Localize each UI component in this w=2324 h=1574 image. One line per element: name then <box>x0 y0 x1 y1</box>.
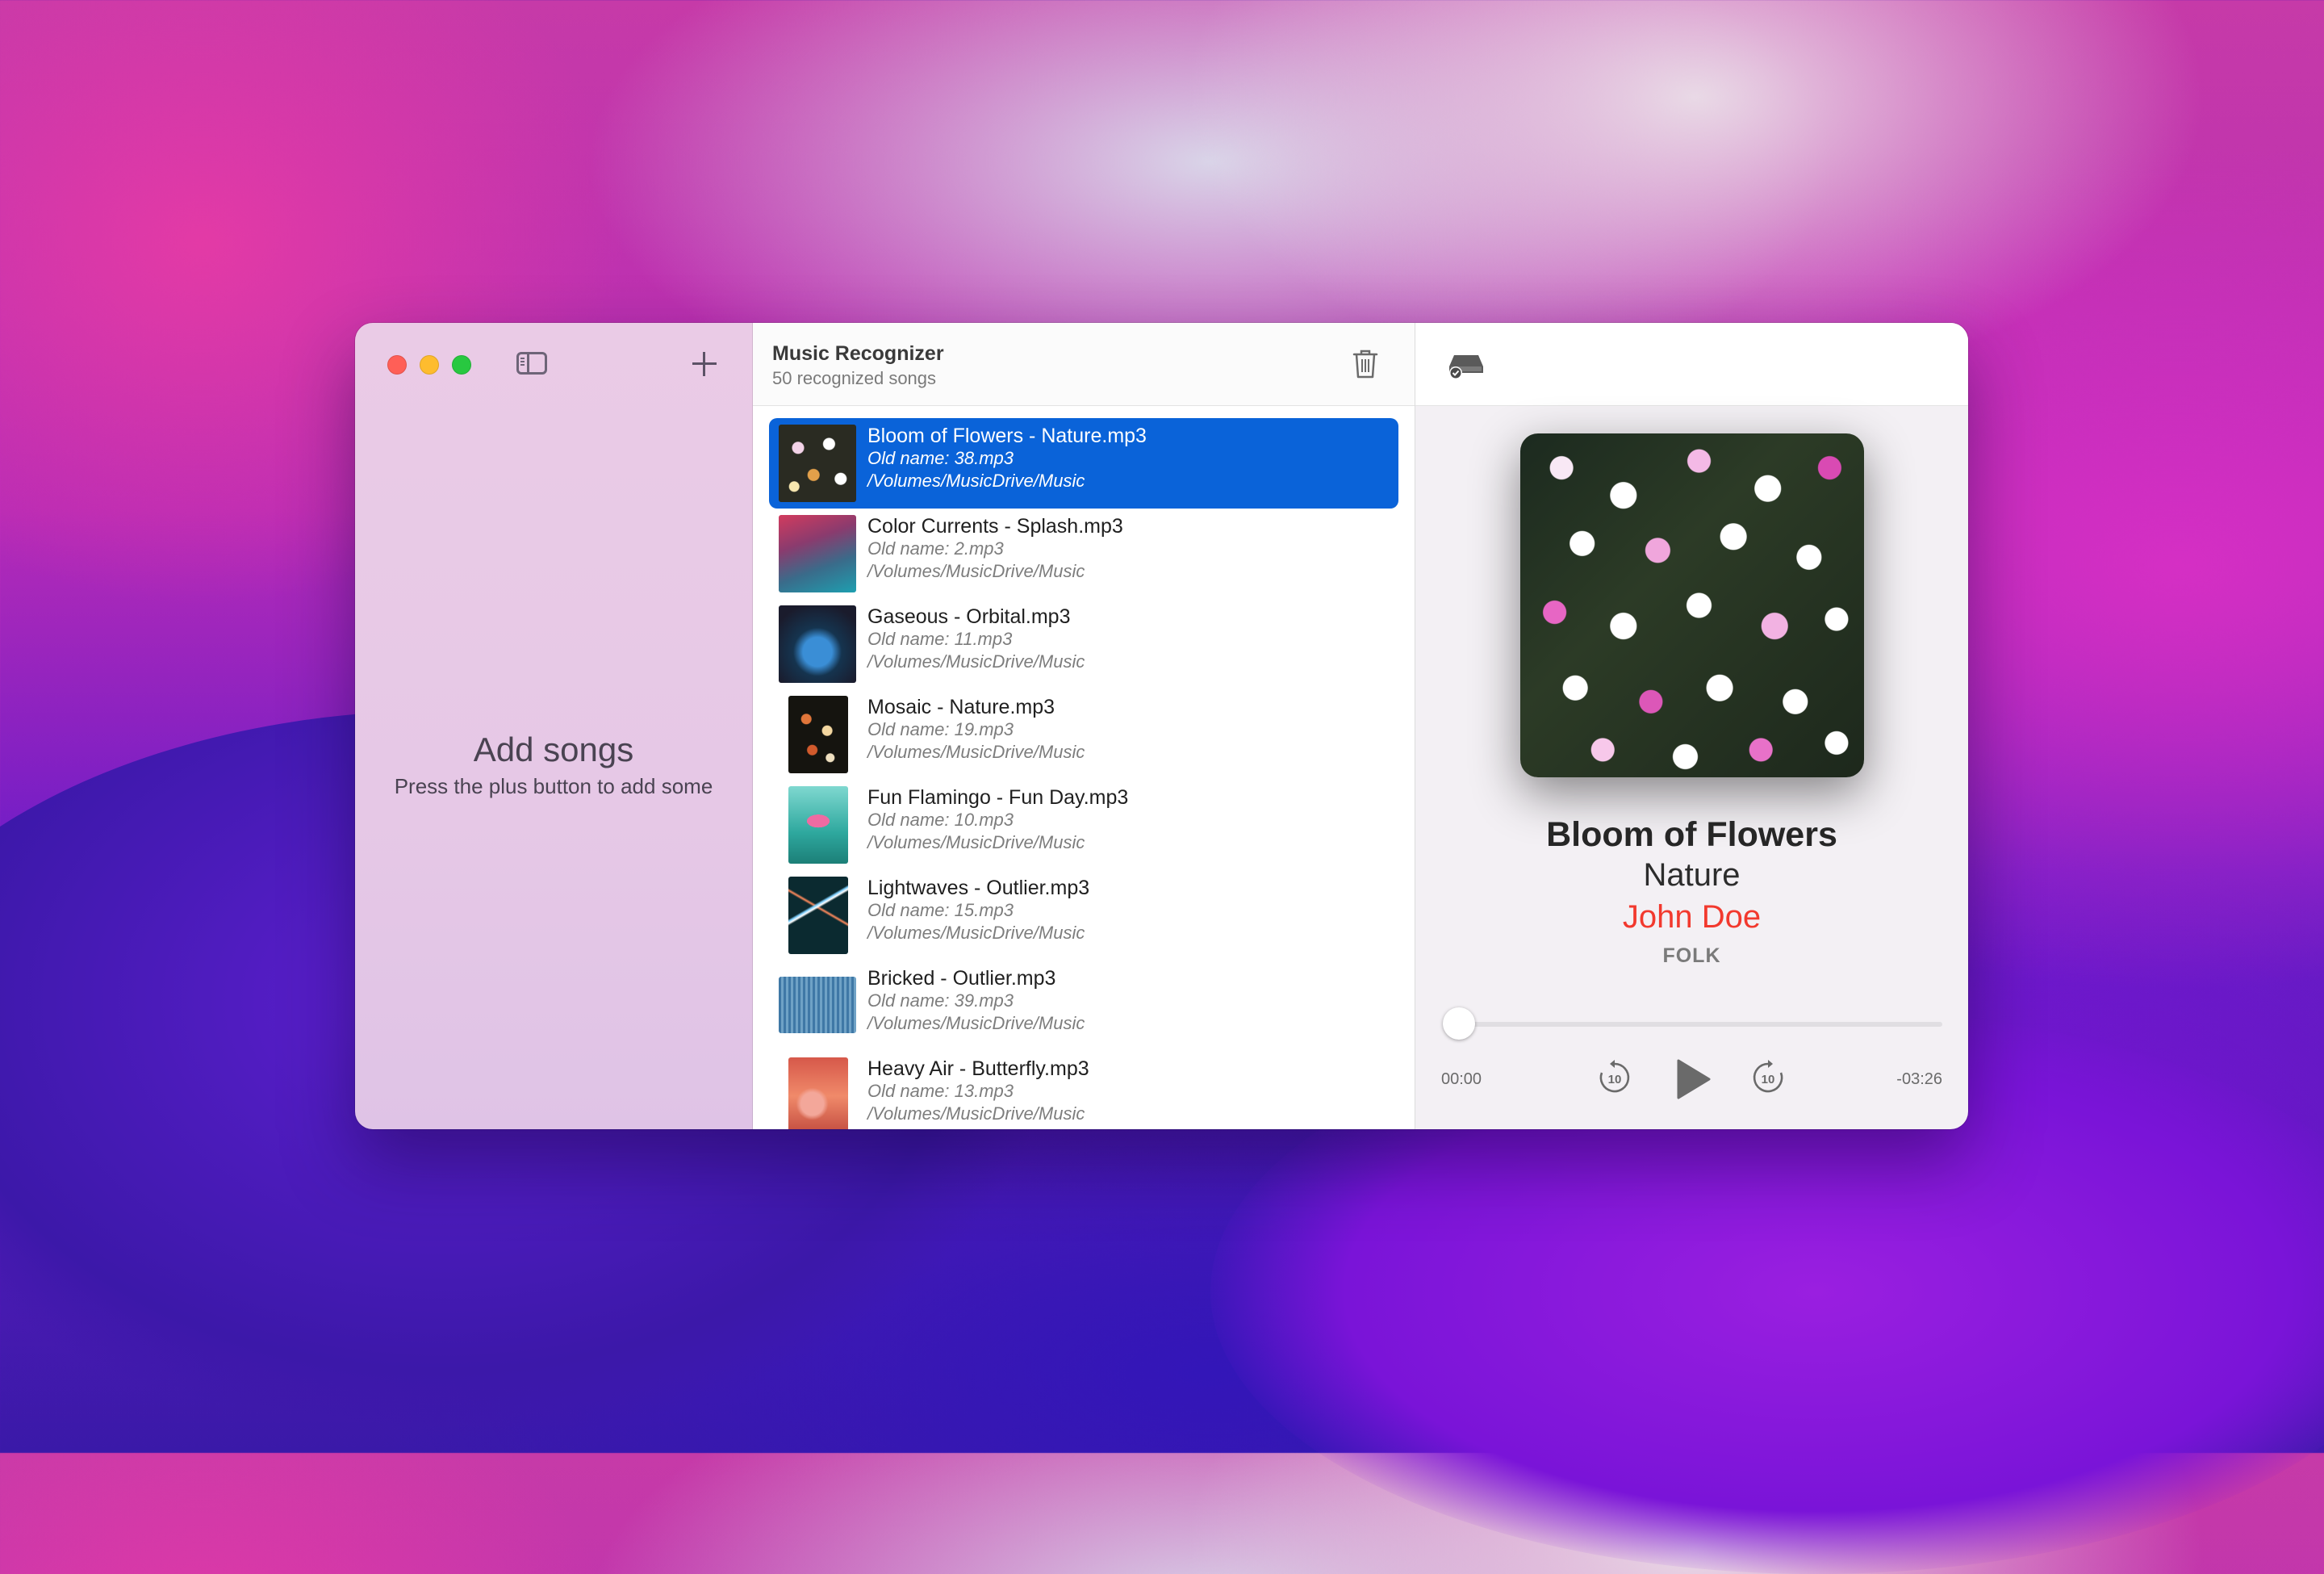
song-old-name: Old name: 38.mp3 <box>867 448 1014 468</box>
elapsed-time: 00:00 <box>1441 1070 1482 1088</box>
list-item[interactable]: Lightwaves - Outlier.mp3 Old name: 15.mp… <box>769 870 1398 961</box>
album-thumbnail <box>779 605 856 683</box>
add-songs-plus-icon[interactable] <box>686 345 723 383</box>
song-path: /Volumes/MusicDrive/Music <box>867 651 1085 672</box>
minimize-window-button[interactable] <box>420 355 439 375</box>
play-icon[interactable] <box>1672 1057 1712 1101</box>
app-window: Add songs Press the plus button to add s… <box>355 323 1968 1129</box>
song-old-name: Old name: 13.mp3 <box>867 1081 1014 1101</box>
song-title: Bricked - Outlier.mp3 <box>867 967 1056 990</box>
now-playing-genre: FOLK <box>1662 944 1721 967</box>
song-title: Heavy Air - Butterfly.mp3 <box>867 1057 1089 1080</box>
song-old-name: Old name: 2.mp3 <box>867 538 1004 559</box>
song-path: /Volumes/MusicDrive/Music <box>867 832 1085 852</box>
song-path: /Volumes/MusicDrive/Music <box>867 1013 1085 1033</box>
trash-icon[interactable] <box>1352 349 1379 379</box>
list-item[interactable]: Mosaic - Nature.mp3 Old name: 19.mp3 /Vo… <box>769 689 1398 780</box>
song-old-name: Old name: 15.mp3 <box>867 900 1014 920</box>
external-drive-icon[interactable] <box>1448 350 1485 379</box>
list-item[interactable]: Gaseous - Orbital.mp3 Old name: 11.mp3 /… <box>769 599 1398 689</box>
skip-forward-10-icon[interactable]: 10 <box>1748 1057 1788 1098</box>
song-old-name: Old name: 10.mp3 <box>867 810 1014 830</box>
song-path: /Volumes/MusicDrive/Music <box>867 742 1085 762</box>
svg-text:10: 10 <box>1608 1073 1622 1086</box>
list-item[interactable]: Color Currents - Splash.mp3 Old name: 2.… <box>769 509 1398 599</box>
song-title: Fun Flamingo - Fun Day.mp3 <box>867 786 1129 809</box>
song-title: Mosaic - Nature.mp3 <box>867 696 1055 718</box>
song-path: /Volumes/MusicDrive/Music <box>867 561 1085 581</box>
song-old-name: Old name: 11.mp3 <box>867 629 1013 649</box>
song-title: Color Currents - Splash.mp3 <box>867 515 1123 538</box>
now-playing-album: Nature <box>1643 857 1741 893</box>
song-title: Lightwaves - Outlier.mp3 <box>867 877 1090 899</box>
list-item[interactable]: Bloom of Flowers - Nature.mp3 Old name: … <box>769 418 1398 509</box>
skip-back-10-icon[interactable]: 10 <box>1595 1057 1635 1098</box>
song-path: /Volumes/MusicDrive/Music <box>867 471 1085 491</box>
window-controls <box>387 355 471 375</box>
now-playing-title: Bloom of Flowers <box>1546 815 1837 854</box>
album-thumbnail <box>788 696 848 773</box>
song-list: Bloom of Flowers - Nature.mp3 Old name: … <box>769 418 1398 1129</box>
list-item[interactable]: Bricked - Outlier.mp3 Old name: 39.mp3 /… <box>769 961 1398 1051</box>
song-path: /Volumes/MusicDrive/Music <box>867 1103 1085 1124</box>
list-header: Music Recognizer 50 recognized songs <box>753 323 1415 406</box>
empty-state-title: Add songs <box>473 730 634 768</box>
sidebar-toggle-icon[interactable] <box>516 352 547 375</box>
song-title: Gaseous - Orbital.mp3 <box>867 605 1071 628</box>
now-playing-artist: John Doe <box>1622 899 1762 935</box>
list-item[interactable]: Heavy Air - Butterfly.mp3 Old name: 13.m… <box>769 1051 1398 1129</box>
song-title: Bloom of Flowers - Nature.mp3 <box>867 425 1147 447</box>
sidebar: Add songs Press the plus button to add s… <box>355 323 753 1129</box>
album-thumbnail <box>788 877 848 954</box>
player-pane: Bloom of Flowers Nature John Doe FOLK 00… <box>1415 323 1968 1129</box>
svg-text:10: 10 <box>1762 1073 1775 1086</box>
album-thumbnail <box>779 977 856 1033</box>
list-item[interactable]: Fun Flamingo - Fun Day.mp3 Old name: 10.… <box>769 780 1398 870</box>
progress-slider[interactable] <box>1443 1007 1942 1040</box>
remaining-time: -03:26 <box>1896 1070 1942 1088</box>
empty-state: Add songs Press the plus button to add s… <box>355 730 752 799</box>
album-artwork <box>1520 433 1864 777</box>
album-thumbnail <box>779 425 856 502</box>
song-old-name: Old name: 39.mp3 <box>867 990 1014 1011</box>
player-header <box>1415 323 1968 406</box>
song-old-name: Old name: 19.mp3 <box>867 719 1014 739</box>
progress-knob[interactable] <box>1443 1007 1475 1040</box>
album-thumbnail <box>788 1057 848 1129</box>
empty-state-subtitle: Press the plus button to add some <box>394 774 713 798</box>
song-path: /Volumes/MusicDrive/Music <box>867 923 1085 943</box>
song-count: 50 recognized songs <box>772 368 937 388</box>
album-thumbnail <box>788 786 848 864</box>
song-list-pane: Music Recognizer 50 recognized songs Blo… <box>753 323 1415 1129</box>
close-window-button[interactable] <box>387 355 407 375</box>
zoom-window-button[interactable] <box>452 355 471 375</box>
app-title: Music Recognizer <box>772 342 944 365</box>
album-thumbnail <box>779 515 856 592</box>
